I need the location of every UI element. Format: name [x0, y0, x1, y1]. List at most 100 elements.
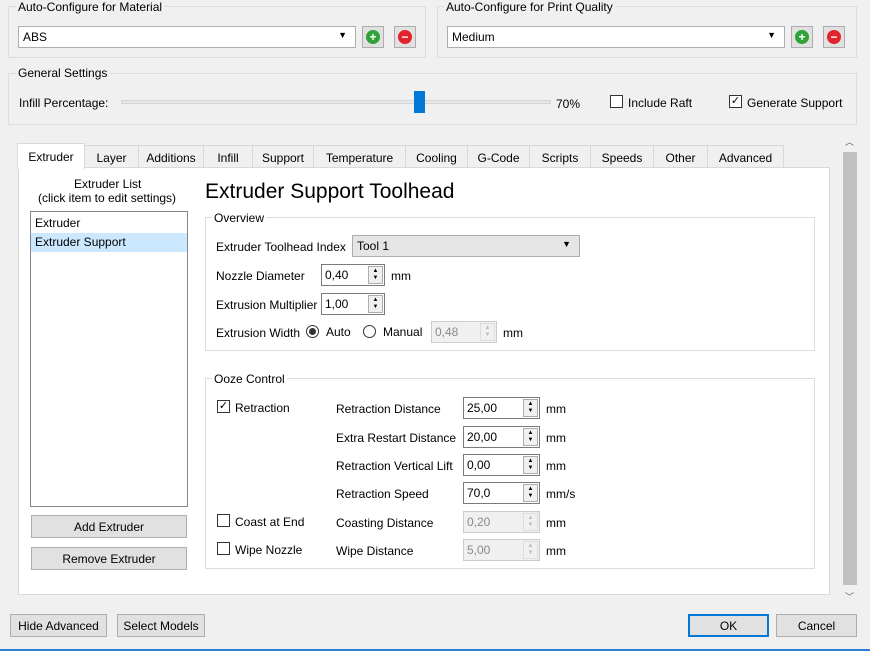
- material-select-value: ABS: [23, 30, 48, 44]
- generate-support-checkbox[interactable]: ✓: [729, 95, 742, 108]
- wipe-distance-label: Wipe Distance: [336, 544, 414, 558]
- coast-at-end-label[interactable]: Coast at End: [235, 515, 304, 529]
- wipe-distance-input[interactable]: 5,00 ▲ ▼: [463, 539, 540, 561]
- tab-scripts[interactable]: Scripts: [529, 145, 591, 169]
- spinner-arrows-icon[interactable]: ▲ ▼: [523, 428, 538, 446]
- extra-restart-distance-label: Extra Restart Distance: [336, 431, 457, 445]
- include-raft-label[interactable]: Include Raft: [628, 96, 692, 110]
- extrusion-width-label: Extrusion Width: [216, 326, 301, 340]
- tab-additions[interactable]: Additions: [138, 145, 204, 169]
- tab-cooling[interactable]: Cooling: [405, 145, 468, 169]
- quality-group-title: Auto-Configure for Print Quality: [444, 0, 615, 14]
- retraction-speed-input[interactable]: 70,0 ▲ ▼: [463, 482, 540, 504]
- spinner-arrows-icon[interactable]: ▲ ▼: [523, 456, 538, 474]
- list-item[interactable]: Extruder: [31, 214, 187, 233]
- wipe-distance-unit: mm: [546, 544, 566, 558]
- retraction-label[interactable]: Retraction: [235, 401, 290, 415]
- width-manual-label[interactable]: Manual: [383, 325, 422, 339]
- retraction-speed-unit: mm/s: [546, 487, 576, 501]
- plus-icon: +: [795, 30, 809, 44]
- minus-icon: −: [827, 30, 841, 44]
- add-extruder-button[interactable]: Add Extruder: [31, 515, 187, 538]
- tab-temperature[interactable]: Temperature: [313, 145, 406, 169]
- nozzle-diameter-label: Nozzle Diameter: [216, 269, 305, 283]
- tab-support[interactable]: Support: [252, 145, 314, 169]
- spinner-arrows-icon: ▲ ▼: [523, 513, 538, 531]
- retraction-vertical-lift-input[interactable]: 0,00 ▲ ▼: [463, 454, 540, 476]
- retraction-vertical-lift-value: 0,00: [467, 458, 491, 472]
- remove-material-button[interactable]: −: [394, 26, 416, 48]
- nozzle-unit: mm: [391, 269, 411, 283]
- cancel-button[interactable]: Cancel: [776, 614, 857, 637]
- tab-layer[interactable]: Layer: [84, 145, 139, 169]
- scrollbar-thumb[interactable]: [843, 152, 857, 585]
- width-auto-radio[interactable]: [306, 325, 319, 338]
- material-group-title: Auto-Configure for Material: [16, 0, 165, 14]
- retraction-distance-value: 25,00: [467, 401, 498, 415]
- retraction-distance-label: Retraction Distance: [336, 402, 441, 416]
- scroll-up-icon[interactable]: ︿: [845, 135, 854, 149]
- retraction-speed-label: Retraction Speed: [336, 487, 429, 501]
- spinner-arrows-icon[interactable]: ▲ ▼: [523, 484, 538, 502]
- add-quality-button[interactable]: +: [791, 26, 813, 48]
- retraction-vertical-lift-label: Retraction Vertical Lift: [336, 459, 453, 473]
- retraction-checkbox[interactable]: ✓: [217, 400, 230, 413]
- wipe-nozzle-checkbox[interactable]: [217, 542, 230, 555]
- retraction-distance-unit: mm: [546, 402, 566, 416]
- coasting-distance-unit: mm: [546, 516, 566, 530]
- nozzle-diameter-value: 0,40: [325, 268, 349, 282]
- extrusion-multiplier-label: Extrusion Multiplier: [216, 298, 318, 312]
- coasting-distance-input[interactable]: 0,20 ▲ ▼: [463, 511, 540, 533]
- extrusion-width-input[interactable]: 0,48 ▲ ▼: [431, 321, 497, 343]
- extrusion-multiplier-input[interactable]: 1,00 ▲ ▼: [321, 293, 385, 315]
- hide-advanced-button[interactable]: Hide Advanced: [10, 614, 107, 637]
- wipe-nozzle-label[interactable]: Wipe Nozzle: [235, 543, 302, 557]
- extrusion-width-value: 0,48: [435, 325, 459, 339]
- spinner-arrows-icon: ▲ ▼: [523, 541, 538, 559]
- tab-gcode[interactable]: G-Code: [467, 145, 530, 169]
- remove-extruder-button[interactable]: Remove Extruder: [31, 547, 187, 570]
- tab-advanced[interactable]: Advanced: [707, 145, 784, 169]
- wipe-distance-value: 5,00: [467, 543, 491, 557]
- spinner-arrows-icon[interactable]: ▲ ▼: [368, 266, 383, 284]
- extra-restart-distance-input[interactable]: 20,00 ▲ ▼: [463, 426, 540, 448]
- retraction-speed-value: 70,0: [467, 486, 491, 500]
- infill-slider-thumb[interactable]: [414, 91, 426, 113]
- scroll-down-icon[interactable]: ﹀: [845, 590, 854, 604]
- tab-extruder[interactable]: Extruder: [17, 143, 85, 169]
- toolhead-index-value: Tool 1: [357, 239, 390, 253]
- toolhead-index-select[interactable]: Tool 1 ▼: [352, 235, 580, 257]
- ok-button[interactable]: OK: [688, 614, 769, 637]
- tab-speeds[interactable]: Speeds: [590, 145, 654, 169]
- chevron-down-icon: ▼: [338, 30, 347, 40]
- infill-slider-track[interactable]: [121, 100, 551, 104]
- chevron-down-icon: ▼: [767, 30, 776, 40]
- infill-value: 70%: [556, 97, 581, 111]
- retraction-vertical-lift-unit: mm: [546, 459, 566, 473]
- include-raft-checkbox[interactable]: [610, 95, 623, 108]
- tab-other[interactable]: Other: [653, 145, 708, 169]
- chevron-down-icon: ▼: [562, 239, 571, 249]
- width-auto-label[interactable]: Auto: [326, 325, 351, 339]
- general-settings-title: General Settings: [16, 66, 110, 80]
- nozzle-diameter-input[interactable]: 0,40 ▲ ▼: [321, 264, 385, 286]
- width-manual-radio[interactable]: [363, 325, 376, 338]
- extruder-list[interactable]: Extruder Extruder Support: [30, 211, 188, 507]
- add-material-button[interactable]: +: [362, 26, 384, 48]
- spinner-arrows-icon[interactable]: ▲ ▼: [523, 399, 538, 417]
- generate-support-label[interactable]: Generate Support: [747, 96, 842, 110]
- quality-select[interactable]: Medium ▼: [447, 26, 785, 48]
- extra-restart-distance-unit: mm: [546, 431, 566, 445]
- spinner-arrows-icon: ▲ ▼: [480, 323, 495, 341]
- ooze-control-title: Ooze Control: [212, 372, 287, 386]
- material-select[interactable]: ABS ▼: [18, 26, 356, 48]
- extra-restart-distance-value: 20,00: [467, 430, 498, 444]
- coast-at-end-checkbox[interactable]: [217, 514, 230, 527]
- spinner-arrows-icon[interactable]: ▲ ▼: [368, 295, 383, 313]
- retraction-distance-input[interactable]: 25,00 ▲ ▼: [463, 397, 540, 419]
- remove-quality-button[interactable]: −: [823, 26, 845, 48]
- tab-infill[interactable]: Infill: [203, 145, 253, 169]
- select-models-button[interactable]: Select Models: [117, 614, 205, 637]
- plus-icon: +: [366, 30, 380, 44]
- list-item-selected[interactable]: Extruder Support: [31, 233, 187, 252]
